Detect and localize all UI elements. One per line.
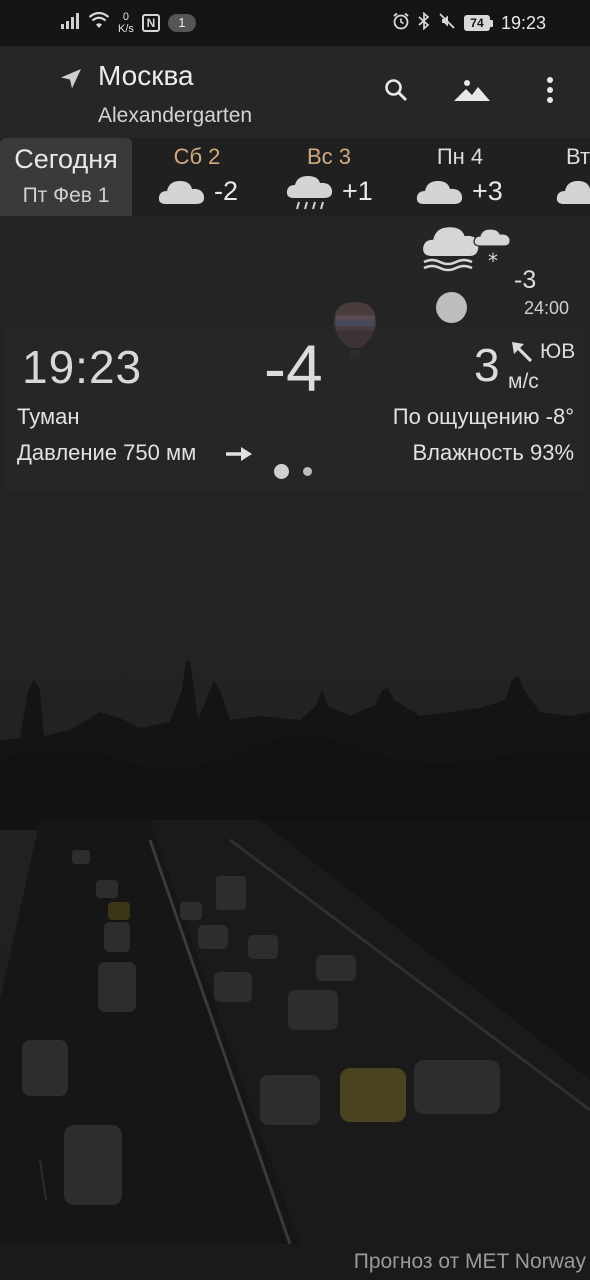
today-title: Сегодня xyxy=(14,144,118,174)
forecast-day-temp: +1 xyxy=(342,176,373,206)
cloud-icon xyxy=(556,176,590,208)
battery-icon: 74 xyxy=(463,15,493,31)
app-header: Москва Alexandergarten xyxy=(0,46,590,138)
network-speed-unit: K/s xyxy=(118,23,134,35)
background-picker-button[interactable] xyxy=(450,70,494,114)
wind-direction: ЮВ xyxy=(540,340,576,363)
forecast-today[interactable]: Сегодня Пт Фев 1 xyxy=(0,138,132,216)
pressure-trend-arrow-icon xyxy=(225,446,253,462)
location-arrow-icon[interactable] xyxy=(58,66,84,92)
wind-speed: 3 xyxy=(474,339,500,391)
next-period-time: 24:00 xyxy=(524,298,570,318)
rain-cloud-icon xyxy=(286,176,334,210)
overflow-menu-button[interactable] xyxy=(528,70,572,114)
forecast-day-name: Сб 2 xyxy=(173,144,221,169)
today-date: Пт Фев 1 xyxy=(22,184,110,207)
forecast-credit[interactable]: Прогноз от MET Norway xyxy=(354,1250,586,1274)
current-temperature: -4 xyxy=(264,331,323,405)
status-bar: 0 K/s N 1 74 19:23 xyxy=(0,0,590,46)
moon-icon xyxy=(436,292,467,323)
forecast-strip[interactable]: Сегодня Пт Фев 1 Сб 2 -2 Вс 3 +1 Пн 4 +3… xyxy=(0,138,590,216)
alarm-icon xyxy=(392,12,410,35)
forecast-day[interactable]: Сб 2 -2 xyxy=(150,138,244,216)
forecast-day-name: Вс 3 xyxy=(306,144,352,169)
cloud-icon xyxy=(416,176,464,208)
nfc-icon: N xyxy=(141,14,160,32)
battery-nub xyxy=(489,19,493,27)
mute-icon xyxy=(438,12,456,35)
forecast-day[interactable]: Вт xyxy=(548,138,590,216)
wind-unit: м/с xyxy=(508,370,539,393)
next-period-temp: -3 xyxy=(514,266,537,294)
page-indicator-active xyxy=(274,464,289,479)
page-indicator xyxy=(303,467,312,476)
search-button[interactable] xyxy=(374,70,418,114)
humidity: Влажность 93% xyxy=(412,440,574,465)
fog-snow-icon: * xyxy=(418,222,522,274)
signal-icon xyxy=(60,12,80,34)
status-bar-left: 0 K/s N 1 xyxy=(60,10,196,36)
notification-count-badge: 1 xyxy=(167,14,196,32)
wind-direction-arrow-icon xyxy=(510,340,534,364)
more-vertical-icon xyxy=(546,76,554,109)
svg-text:*: * xyxy=(488,249,498,273)
forecast-day[interactable]: Вс 3 +1 xyxy=(282,138,376,216)
network-speed-value: 0 xyxy=(122,11,130,23)
forecast-day-name: Пн 4 xyxy=(436,144,484,169)
current-time: 19:23 xyxy=(22,341,143,393)
pressure: Давление 750 мм xyxy=(17,440,197,465)
location-name[interactable]: Alexandergarten xyxy=(98,104,252,128)
wifi-icon xyxy=(88,11,110,35)
status-bar-right: 74 19:23 xyxy=(392,10,546,36)
status-bar-time: 19:23 xyxy=(500,12,546,33)
search-icon xyxy=(383,77,409,108)
weather-condition: Туман xyxy=(17,404,80,429)
network-speed: 0 K/s xyxy=(118,11,134,35)
forecast-day[interactable]: Пн 4 +3 xyxy=(412,138,508,216)
cloud-icon xyxy=(158,176,206,208)
forecast-day-name: Вт xyxy=(566,144,590,169)
bluetooth-icon xyxy=(418,11,430,35)
landscape-icon xyxy=(454,79,490,106)
city-name[interactable]: Москва xyxy=(98,60,194,92)
forecast-day-temp: +3 xyxy=(472,176,503,206)
feels-like: По ощущению -8° xyxy=(392,404,574,429)
forecast-day-temp: -2 xyxy=(214,176,239,206)
footer: Прогноз от MET Norway xyxy=(0,1244,590,1280)
battery-level: 74 xyxy=(463,15,490,31)
